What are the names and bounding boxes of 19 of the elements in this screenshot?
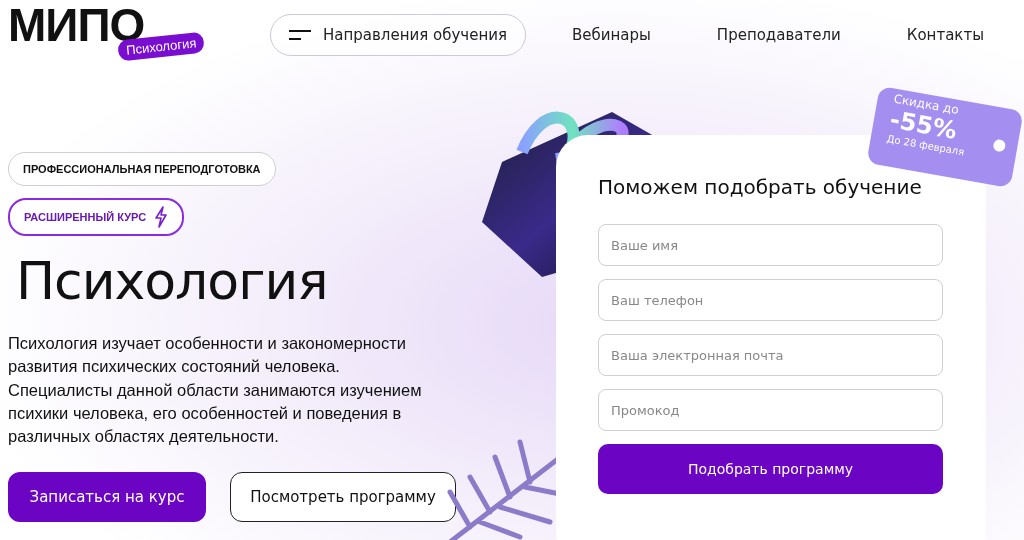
directions-menu-button[interactable]: Направления обучения bbox=[270, 14, 526, 56]
input-field[interactable]: Ваше имя bbox=[598, 224, 943, 266]
input-field[interactable]: Ваша электронная почта bbox=[598, 334, 943, 376]
tag-label: ПРОФЕССИОНАЛЬНАЯ ПЕРЕПОДГОТОВКА bbox=[23, 163, 261, 175]
tag-hole-icon bbox=[992, 138, 1007, 153]
input-field[interactable]: Ваш телефон bbox=[598, 279, 943, 321]
view-program-button[interactable]: Посмотреть программу bbox=[230, 471, 456, 522]
tag-label: РАСШИРЕННЫЙ КУРС bbox=[24, 211, 147, 223]
lightning-icon bbox=[154, 206, 169, 228]
enroll-button[interactable]: Записаться на курс bbox=[8, 471, 206, 522]
menu-icon bbox=[289, 29, 311, 41]
nav-link[interactable]: Контакты bbox=[906, 26, 984, 44]
hero-title: Психология bbox=[16, 250, 329, 313]
hero-description: Психология изучает особенности и закономерности развития психических состояний человека. Специалисты данной области занимаются изучением психики человека, его особенностей и поведения в различных областях деятельности. bbox=[8, 333, 423, 447]
form-title: Поможем подобрать обучение bbox=[598, 175, 923, 199]
nav-link[interactable]: Преподаватели bbox=[716, 26, 841, 44]
submit-button[interactable]: Подобрать программу bbox=[598, 444, 943, 494]
input-field[interactable]: Промокод bbox=[598, 389, 943, 431]
nav-link[interactable]: Вебинары bbox=[571, 26, 651, 44]
